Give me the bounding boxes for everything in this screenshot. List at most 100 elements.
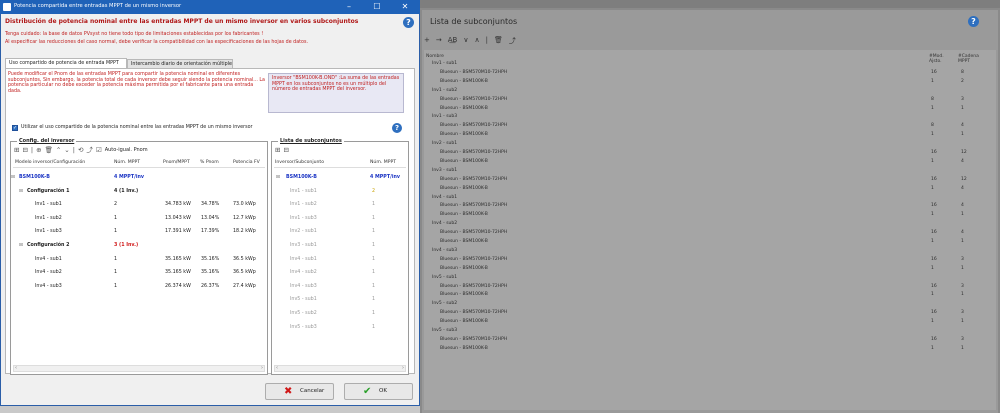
background-module-row[interactable]: Bluesun - BSM570M10-72HPH 16 4 <box>424 202 996 211</box>
background-module-row[interactable]: Bluesun - BSM100K-B 1 4 <box>424 185 996 194</box>
config-row[interactable]: Inv4 - sub1 1 35.165 kW 35.16% 36.5 kWp <box>13 253 265 267</box>
background-module-row[interactable]: Bluesun - BSM570M10-72HPH 8 3 <box>424 96 996 105</box>
background-module-row[interactable]: Bluesun - BSM100K-B 1 1 <box>424 105 996 114</box>
background-module-row[interactable]: Bluesun - BSM100K-B 1 1 <box>424 345 996 354</box>
close-icon[interactable]: ✕ <box>392 1 418 13</box>
subset-row[interactable]: Inv1 - sub2 1 <box>274 198 406 212</box>
config-row[interactable]: ⊟ Configuración 1 4 (1 Inv.) <box>13 185 265 199</box>
background-module-row[interactable]: Bluesun - BSM570M10-72HPH 16 3 <box>424 309 996 318</box>
tree-toggle-icon[interactable]: ⊟ <box>19 239 23 253</box>
config-row-pnom[interactable]: 34.783 kW <box>165 198 191 212</box>
tree-toggle-icon[interactable]: ⊟ <box>11 171 15 185</box>
maximize-icon[interactable]: ☐ <box>364 1 390 13</box>
background-module-row[interactable]: Bluesun - BSM100K-B 1 1 <box>424 318 996 327</box>
background-module-row[interactable]: Bluesun - BSM100K-B 1 1 <box>424 238 996 247</box>
background-module-row[interactable]: Bluesun - BSM100K-B 1 1 <box>424 211 996 220</box>
config-toolbar-icon[interactable]: | <box>73 146 75 155</box>
config-toolbar-icon[interactable]: ⊕ <box>36 146 41 155</box>
background-toolbar-icon[interactable]: 🗑 <box>494 36 503 46</box>
subset-row[interactable]: Inv5 - sub3 1 <box>274 321 406 335</box>
background-subset-row[interactable]: Inv1 - sub3 <box>424 113 996 122</box>
background-toolbar-icon[interactable]: ⤴ <box>509 36 516 46</box>
background-module-row[interactable]: Bluesun - BSM100K-B 1 1 <box>424 265 996 274</box>
subset-row[interactable]: Inv4 - sub2 1 <box>274 266 406 280</box>
auto-equalize-label[interactable]: Auto-igual. Pnom <box>105 146 148 155</box>
config-row-pnom[interactable]: 17.391 kW <box>165 225 191 239</box>
subset-toolbar-icon[interactable]: ⊟ <box>283 146 288 155</box>
config-toolbar-icon[interactable]: ⌄ <box>64 146 69 155</box>
subset-row[interactable]: Inv1 - sub1 2 <box>274 185 406 199</box>
tree-toggle-icon[interactable]: ⊟ <box>276 171 280 185</box>
config-toolbar-icon[interactable]: ⊞ <box>14 146 19 155</box>
background-module-row[interactable]: Bluesun - BSM570M10-72HPH 8 4 <box>424 122 996 131</box>
background-toolbar-icon[interactable]: ∨ <box>463 36 468 46</box>
background-subset-row[interactable]: Inv2 - sub1 <box>424 140 996 149</box>
background-module-row[interactable]: Bluesun - BSM570M10-72HPH 16 12 <box>424 149 996 158</box>
background-help-icon[interactable]: ? <box>968 16 979 27</box>
background-module-row[interactable]: Bluesun - BSM570M10-72HPH 16 4 <box>424 229 996 238</box>
sharing-help-icon[interactable]: ? <box>392 123 402 133</box>
config-row-pnom[interactable]: 35.165 kW <box>165 253 191 267</box>
background-module-row[interactable]: Bluesun - BSM570M10-72HPH 16 3 <box>424 283 996 292</box>
sharing-checkbox-label[interactable]: Utilizar el uso compartido de la potenci… <box>21 125 252 130</box>
tree-toggle-icon[interactable]: ⊟ <box>19 185 23 199</box>
subset-row[interactable]: Inv5 - sub2 1 <box>274 307 406 321</box>
config-row-pnom[interactable]: 26.374 kW <box>165 280 191 294</box>
config-row[interactable]: Inv1 - sub1 2 34.783 kW 34.78% 73.0 kWp <box>13 198 265 212</box>
background-module-row[interactable]: Bluesun - BSM570M10-72HPH 16 12 <box>424 176 996 185</box>
config-row[interactable]: ⊟ BSM100K-B 4 MPPT/inv <box>11 171 265 185</box>
background-subset-row[interactable]: Inv4 - sub3 <box>424 247 996 256</box>
background-module-row[interactable]: Bluesun - BSM570M10-72HPH 16 3 <box>424 256 996 265</box>
cancel-button[interactable]: ✖ Cancelar <box>265 383 334 400</box>
background-toolbar-icon[interactable]: | <box>486 36 488 46</box>
config-row[interactable]: Inv4 - sub3 1 26.374 kW 26.37% 27.4 kWp <box>13 280 265 294</box>
background-subset-row[interactable]: Inv5 - sub3 <box>424 327 996 336</box>
config-toolbar-icon[interactable]: ⟲ <box>78 146 83 155</box>
subset-hscrollbar[interactable]: ‹ › <box>274 365 406 372</box>
config-row[interactable]: Inv1 - sub2 1 13.043 kW 13.04% 12.7 kWp <box>13 212 265 226</box>
config-toolbar-icon[interactable]: ☑ <box>96 146 102 155</box>
config-toolbar-icon[interactable]: ⊟ <box>22 146 27 155</box>
background-module-row[interactable]: Bluesun - BSM570M10-72HPH 16 3 <box>424 336 996 345</box>
config-toolbar-icon[interactable]: 🗑 <box>45 146 53 155</box>
background-module-row[interactable]: Bluesun - BSM570M10-72HPH 16 8 <box>424 69 996 78</box>
subset-row[interactable]: ⊟ BSM100K-B 4 MPPT/inv <box>274 171 406 185</box>
background-toolbar-icon[interactable]: + <box>424 36 430 46</box>
subset-row[interactable]: Inv1 - sub3 1 <box>274 212 406 226</box>
config-row[interactable]: Inv1 - sub3 1 17.391 kW 17.39% 18.2 kWp <box>13 225 265 239</box>
background-module-row[interactable]: Bluesun - BSM100K-B 1 1 <box>424 131 996 140</box>
background-toolbar-icon[interactable]: A͟B <box>448 36 458 46</box>
background-module-row[interactable]: Bluesun - BSM100K-B 1 4 <box>424 158 996 167</box>
sharing-checkbox[interactable]: ✓ <box>12 125 18 131</box>
background-module-row[interactable]: Bluesun - BSM100K-B 1 2 <box>424 78 996 87</box>
background-subset-row[interactable]: Inv4 - sub2 <box>424 220 996 229</box>
background-subset-list[interactable]: Nombre #Mod. Ajsto. #Cadena MPPT Inv1 - … <box>424 50 996 410</box>
config-row-pnom[interactable]: 13.043 kW <box>165 212 191 226</box>
help-icon[interactable]: ? <box>403 17 414 28</box>
tab-orientation-exchange[interactable]: Intercambio diario de orientación múltip… <box>127 59 233 68</box>
background-module-row[interactable]: Bluesun - BSM100K-B 1 1 <box>424 291 996 300</box>
background-subset-row[interactable]: Inv1 - sub2 <box>424 87 996 96</box>
subset-row[interactable]: Inv2 - sub1 1 <box>274 225 406 239</box>
background-subset-row[interactable]: Inv5 - sub1 <box>424 274 996 283</box>
ok-button[interactable]: ✔ OK <box>344 383 413 400</box>
subset-row[interactable]: Inv5 - sub1 1 <box>274 293 406 307</box>
dialog-titlebar[interactable]: Potencia compartida entre entradas MPPT … <box>0 0 420 14</box>
config-row[interactable]: ⊟ Configuración 2 3 (1 Inv.) <box>13 239 265 253</box>
config-row-pnom[interactable]: 35.165 kW <box>165 266 191 280</box>
minimize-icon[interactable]: – <box>336 1 362 13</box>
subset-toolbar-icon[interactable]: ⊞ <box>275 146 280 155</box>
background-subset-row[interactable]: Inv5 - sub2 <box>424 300 996 309</box>
subset-row[interactable]: Inv3 - sub1 1 <box>274 239 406 253</box>
subset-row[interactable]: Inv4 - sub3 1 <box>274 280 406 294</box>
config-toolbar-icon[interactable]: ⌃ <box>56 146 61 155</box>
background-subset-row[interactable]: Inv1 - sub1 <box>424 60 996 69</box>
subset-row[interactable]: Inv4 - sub1 1 <box>274 253 406 267</box>
config-toolbar-icon[interactable]: ⤴ <box>86 146 93 155</box>
config-toolbar-icon[interactable]: | <box>31 146 33 155</box>
background-subset-row[interactable]: Inv3 - sub1 <box>424 167 996 176</box>
background-subset-row[interactable]: Inv4 - sub1 <box>424 194 996 203</box>
background-toolbar-icon[interactable]: ∧ <box>474 36 479 46</box>
background-toolbar-icon[interactable]: → <box>436 36 442 46</box>
config-row[interactable]: Inv4 - sub2 1 35.165 kW 35.16% 36.5 kWp <box>13 266 265 280</box>
